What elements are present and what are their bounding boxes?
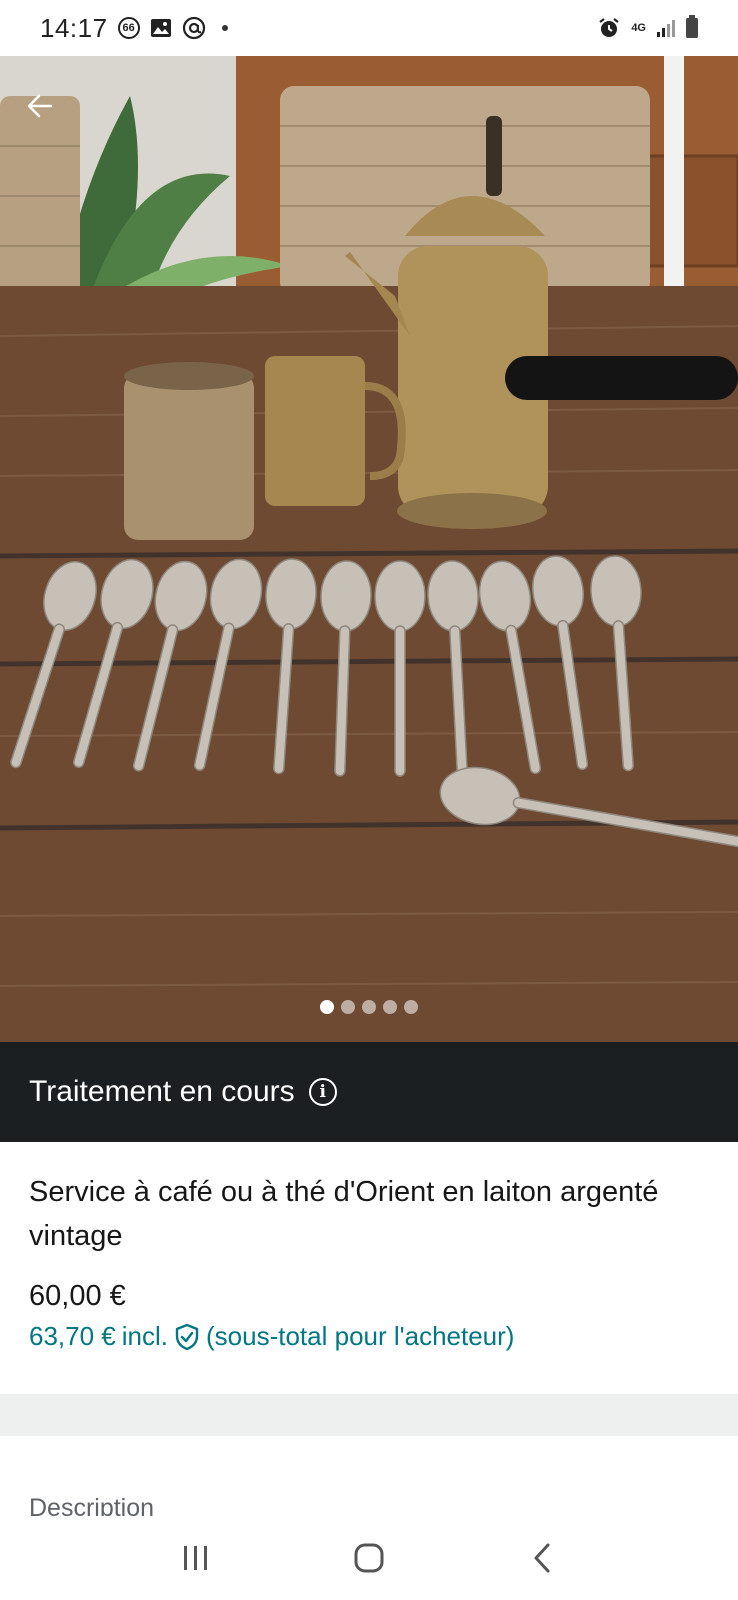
carousel-dot[interactable]: [320, 1000, 334, 1014]
home-icon: [354, 1543, 384, 1573]
home-button[interactable]: [339, 1528, 399, 1588]
system-nav-bar: [0, 1516, 738, 1600]
status-banner-text: Traitement en cours: [29, 1075, 295, 1108]
description-section: Description: [0, 1436, 738, 1516]
at-sign-icon: [182, 16, 206, 40]
carousel-dot[interactable]: [404, 1000, 418, 1014]
buyer-protection-price[interactable]: 63,70 € incl. (sous-total pour l'acheteu…: [29, 1321, 709, 1352]
status-left: 14:17 66: [40, 13, 228, 44]
gallery-icon: [150, 18, 172, 38]
carousel-dots: [0, 1000, 738, 1014]
price-incl-amount: 63,70 €: [29, 1321, 116, 1351]
section-separator: [0, 1394, 738, 1436]
product-photo[interactable]: [0, 56, 738, 1042]
status-right: 4G: [597, 15, 698, 40]
carousel-dot[interactable]: [383, 1000, 397, 1014]
status-bar: 14:17 66 4G: [0, 0, 738, 56]
nav-back-button[interactable]: [512, 1528, 572, 1588]
notification-count-icon: 66: [117, 17, 140, 39]
shield-check-icon: [174, 1323, 200, 1351]
network-label: 4G: [631, 22, 646, 34]
signal-icon: [656, 18, 676, 38]
back-icon: [534, 1543, 550, 1573]
status-banner: Traitement en cours i: [0, 1042, 738, 1142]
item-details: Service à café ou à thé d'Orient en lait…: [0, 1142, 738, 1394]
price-incl-note: (sous-total pour l'acheteur): [206, 1321, 515, 1351]
dot-icon: [221, 25, 228, 31]
back-button[interactable]: [22, 88, 58, 124]
battery-icon: [686, 15, 698, 38]
alarm-icon: [597, 16, 621, 40]
back-arrow-icon: [27, 94, 53, 118]
item-price: 60,00 €: [29, 1280, 126, 1312]
status-time: 14:17: [40, 12, 108, 43]
price-incl-label: incl.: [121, 1321, 168, 1351]
item-title: Service à café ou à thé d'Orient en lait…: [29, 1176, 659, 1252]
carousel-dot[interactable]: [362, 1000, 376, 1014]
info-icon[interactable]: i: [308, 1078, 337, 1106]
description-label: Description: [29, 1494, 155, 1516]
carousel-dot[interactable]: [341, 1000, 355, 1014]
recent-apps-button[interactable]: [166, 1528, 226, 1588]
recent-apps-icon: [184, 1546, 208, 1570]
network-4g-icon: 4G: [631, 22, 646, 34]
